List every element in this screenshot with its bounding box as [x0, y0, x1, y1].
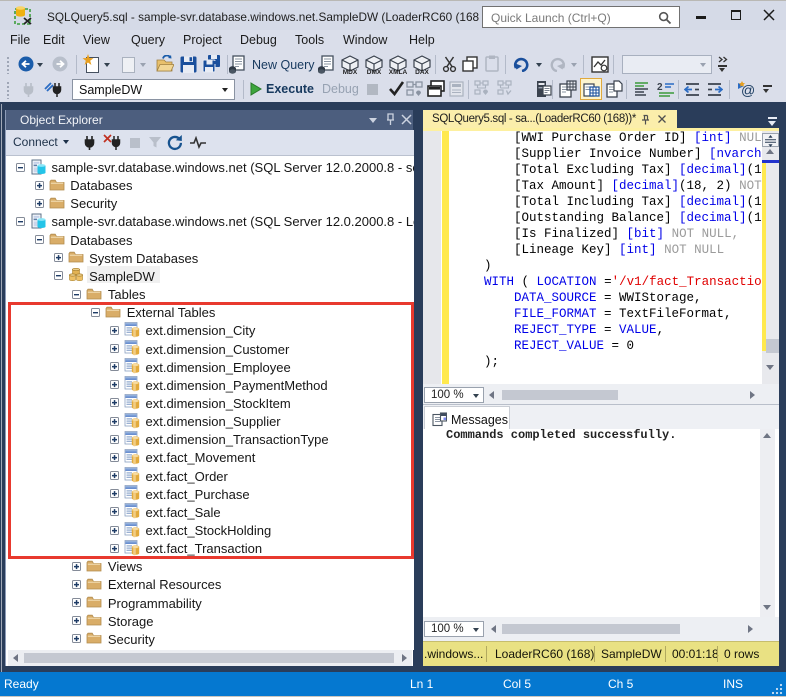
svg-text:2: 2: [657, 82, 663, 93]
svg-text:DAX: DAX: [415, 69, 429, 75]
svg-text:DMX: DMX: [367, 69, 382, 75]
svg-text:MDX: MDX: [343, 69, 358, 75]
svg-text:XMLA: XMLA: [389, 69, 408, 75]
